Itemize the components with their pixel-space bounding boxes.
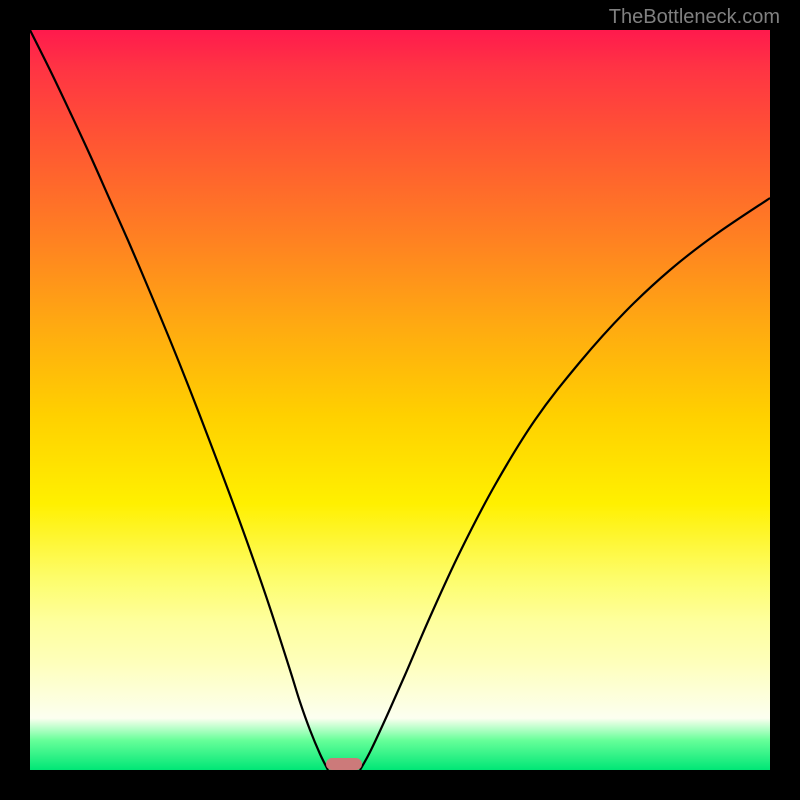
left-curve [30,30,328,770]
curve-overlay [30,30,770,770]
watermark-text: TheBottleneck.com [609,6,780,29]
right-curve [360,198,770,770]
bottleneck-marker [326,758,362,770]
